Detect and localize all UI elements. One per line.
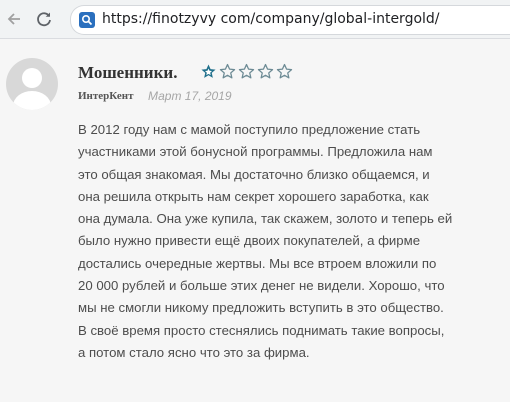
star-empty-icon xyxy=(219,63,236,79)
review-date: Март 17, 2019 xyxy=(148,89,232,103)
star-empty-icon xyxy=(238,63,255,79)
back-arrow-icon xyxy=(7,13,20,25)
review-author[interactable]: ИнтерКент xyxy=(78,90,133,102)
review-text-line: а потом стало ясно что это за фирма. xyxy=(78,344,310,360)
review-body: В 2012 году нам с мамой поступило предло… xyxy=(78,119,508,364)
review-card: Мошенники. ИнтерКент Март 17, 2019 В 201… xyxy=(0,39,510,402)
reload-button[interactable] xyxy=(32,7,56,31)
back-button[interactable] xyxy=(2,7,26,31)
star-empty-icon xyxy=(276,63,293,79)
review-text-line: это общая знакомая. Мы достаточно близко… xyxy=(78,166,430,182)
reload-icon xyxy=(37,12,51,27)
review-text-line: было нужно привести ещё двоих покупателе… xyxy=(78,233,421,249)
review-text-line: достались очередные жертвы. Мы все втрое… xyxy=(78,255,437,271)
review-text-line: она решила открыть нам секрет хорошего з… xyxy=(78,188,429,204)
review-text-line: участниками этой бонусной программы. Пре… xyxy=(78,144,433,160)
review-text-line: она думала. Она уже купила, так скажем, … xyxy=(78,211,453,227)
review-text-line: В своё время просто стеснялись поднимать… xyxy=(78,322,445,338)
rating-stars xyxy=(199,62,294,81)
star-filled-icon xyxy=(201,64,216,78)
review-title: Мошенники. xyxy=(78,63,178,82)
star-empty-icon xyxy=(257,63,274,79)
avatar xyxy=(6,58,58,110)
address-bar[interactable]: https://finotzyvy com/company/global-int… xyxy=(70,5,510,35)
review-text-line: 20 000 рублей и больше этих денег не вид… xyxy=(78,278,445,294)
review-text-line: В 2012 году нам с мамой поступило предло… xyxy=(78,122,421,137)
review-text-line: мы не смогли никому предложить вступить … xyxy=(78,300,444,316)
search-icon xyxy=(79,12,95,28)
browser-toolbar: https://finotzyvy com/company/global-int… xyxy=(0,0,510,39)
url-text[interactable]: https://finotzyvy com/company/global-int… xyxy=(102,11,440,27)
